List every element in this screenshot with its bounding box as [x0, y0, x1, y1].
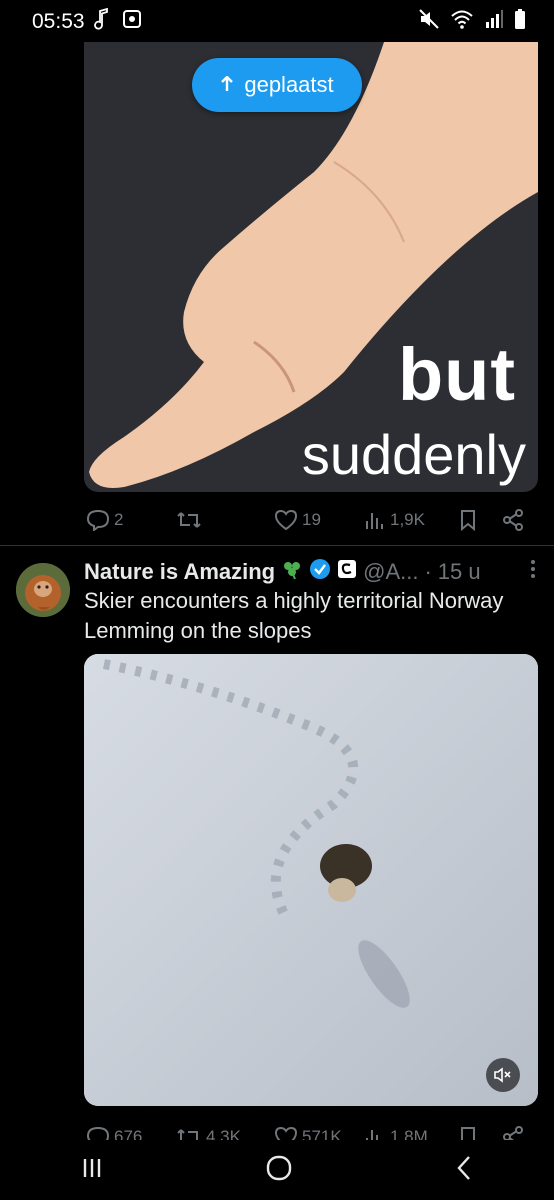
reply-icon: [86, 509, 110, 531]
signal-icon: [486, 10, 503, 28]
heart-icon: [274, 509, 298, 531]
back-icon: [457, 1155, 470, 1180]
snow-scene-illustration: [84, 654, 538, 1106]
meme-caption-line2: suddenly: [301, 423, 526, 486]
meme-caption-line1: but: [397, 333, 516, 416]
author-handle[interactable]: @A...: [363, 559, 418, 585]
tweet-text: Skier encounters a highly territorial No…: [84, 588, 504, 643]
share-button[interactable]: [502, 509, 524, 531]
status-time: 05:53: [32, 10, 85, 33]
views-icon: [366, 513, 383, 529]
avatar[interactable]: [16, 563, 70, 617]
tweet-actions: 2 19 1,9K: [84, 505, 538, 535]
posted-pill-label: geplaatst: [244, 72, 334, 97]
video-player[interactable]: [84, 654, 538, 1106]
tweet-time[interactable]: 15 u: [438, 559, 481, 585]
views-button[interactable]: 1,9K: [364, 509, 425, 531]
share-icon: [503, 509, 523, 531]
recent-apps-icon: [84, 1158, 101, 1177]
views-count: 1,9K: [390, 510, 425, 529]
battery-icon: [515, 9, 525, 29]
like-count: 19: [302, 510, 321, 529]
back-button[interactable]: [454, 1154, 474, 1187]
arrow-up-icon: [220, 72, 234, 98]
music-note-icon: [94, 8, 108, 30]
status-bar: 05:53: [0, 0, 554, 44]
reply-button[interactable]: 2: [86, 509, 123, 531]
android-nav-bar: [0, 1140, 554, 1200]
home-button[interactable]: [265, 1154, 293, 1187]
shamrock-icon: [281, 558, 303, 586]
orangutan-avatar-icon: [16, 563, 70, 617]
tweet-header: Nature is Amazing @A... · 15 u: [84, 558, 544, 586]
reply-count: 2: [114, 510, 124, 529]
repost-button[interactable]: [176, 509, 202, 531]
bookmark-icon: [461, 510, 475, 531]
mute-button[interactable]: [486, 1058, 520, 1092]
tweet-divider: [0, 545, 554, 546]
speaker-muted-icon: [494, 1067, 511, 1083]
affiliate-badge-icon: [337, 559, 357, 585]
author-name[interactable]: Nature is Amazing: [84, 559, 275, 585]
bookmark-button[interactable]: [458, 509, 478, 531]
home-icon: [266, 1155, 292, 1180]
like-button[interactable]: 19: [274, 509, 321, 531]
record-icon: [123, 10, 141, 28]
time-separator: ·: [424, 559, 432, 584]
recent-apps-button[interactable]: [80, 1156, 104, 1185]
posted-notification-pill[interactable]: geplaatst: [192, 58, 362, 112]
mute-icon: [419, 9, 439, 29]
wifi-icon: [451, 10, 473, 29]
more-options-icon[interactable]: [530, 559, 536, 585]
verified-badge-icon: [309, 558, 331, 586]
repost-icon: [177, 512, 201, 528]
